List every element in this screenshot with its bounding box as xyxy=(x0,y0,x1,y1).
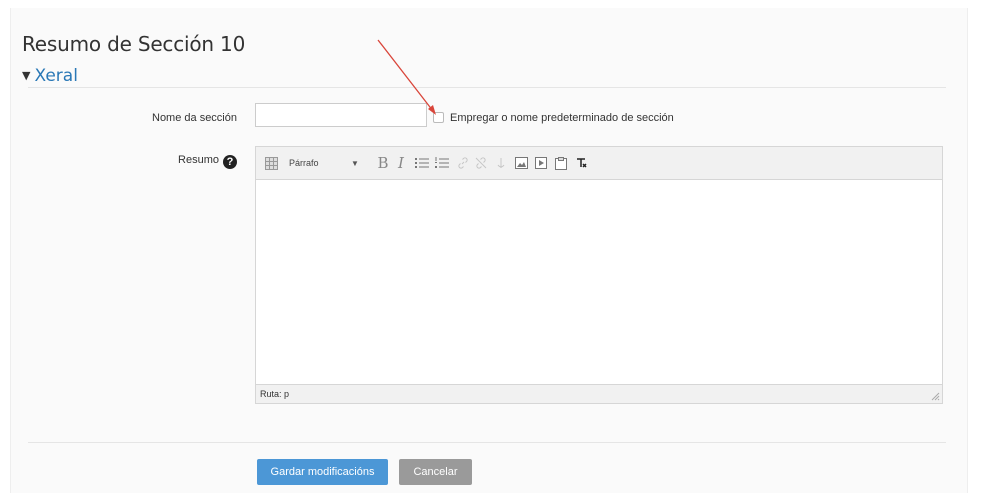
section-name-label: Nome da sección xyxy=(152,112,237,124)
anchor-icon[interactable] xyxy=(494,155,508,171)
unlink-icon[interactable] xyxy=(474,155,488,171)
grid-icon[interactable] xyxy=(264,155,278,171)
image-icon[interactable] xyxy=(514,155,528,171)
default-name-checkbox-label[interactable]: Empregar o nome predeterminado de secció… xyxy=(450,112,674,124)
format-select[interactable]: Párrafo ▼ xyxy=(289,155,361,171)
resize-handle-icon[interactable] xyxy=(931,392,940,401)
divider xyxy=(28,442,946,443)
cancel-button[interactable]: Cancelar xyxy=(399,459,472,485)
link-icon[interactable] xyxy=(456,155,470,171)
divider xyxy=(28,87,946,88)
fieldset-legend-toggle[interactable]: ▼ Xeral xyxy=(22,66,78,86)
legend-label: Xeral xyxy=(34,66,78,86)
rich-text-editor: Párrafo ▼ B I Ruta: p xyxy=(255,146,943,404)
paste-icon[interactable] xyxy=(554,155,568,171)
default-name-checkbox[interactable] xyxy=(433,112,444,123)
page-title: Resumo de Sección 10 xyxy=(22,32,246,56)
save-button[interactable]: Gardar modificacións xyxy=(257,459,388,485)
summary-label: Resumo xyxy=(178,154,219,166)
format-select-value: Párrafo xyxy=(289,158,319,168)
italic-button[interactable]: I xyxy=(394,154,408,172)
media-icon[interactable] xyxy=(534,155,548,171)
help-icon[interactable]: ? xyxy=(223,155,237,169)
chevron-down-icon: ▼ xyxy=(351,158,359,168)
ordered-list-icon[interactable] xyxy=(434,155,450,171)
caret-down-icon: ▼ xyxy=(22,69,31,82)
editor-toolbar: Párrafo ▼ B I xyxy=(256,147,942,180)
bold-button[interactable]: B xyxy=(376,154,390,172)
section-name-input[interactable] xyxy=(255,103,427,127)
element-path: Ruta: p xyxy=(260,389,290,399)
editor-content-area[interactable] xyxy=(256,180,942,385)
summary-label-row: Resumo? xyxy=(100,154,237,169)
editor-statusbar: Ruta: p xyxy=(256,384,942,403)
unordered-list-icon[interactable] xyxy=(414,155,430,171)
clear-format-icon[interactable] xyxy=(574,155,588,171)
